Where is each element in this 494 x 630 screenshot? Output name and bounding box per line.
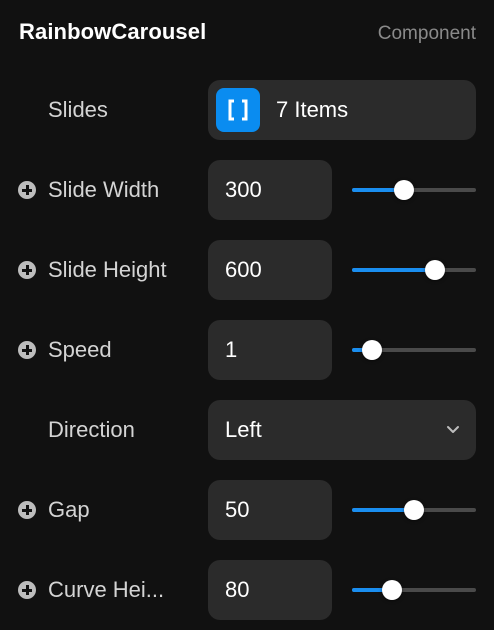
component-title: RainbowCarousel [19, 19, 207, 44]
slider-thumb[interactable] [425, 260, 445, 280]
slides-items-button[interactable]: 7 Items [208, 80, 476, 140]
property-label: Speed [48, 337, 112, 362]
direction-value: Left [225, 417, 262, 442]
property-row-speed: Speed 1 [0, 320, 494, 380]
slide-width-input[interactable]: 300 [208, 160, 332, 220]
property-label: Direction [48, 417, 135, 442]
slider-thumb[interactable] [382, 580, 402, 600]
add-control-icon[interactable] [18, 581, 36, 599]
property-row-curve-height: Curve Hei... 80 [0, 560, 494, 620]
gap-input[interactable]: 50 [208, 480, 332, 540]
property-row-slides: Slides 7 Items [0, 80, 494, 140]
add-control-icon[interactable] [18, 181, 36, 199]
chevron-down-icon [447, 426, 459, 433]
property-label: Gap [48, 497, 90, 522]
property-label: Slide Width [48, 177, 160, 202]
gap-slider[interactable] [352, 500, 476, 520]
slides-count: 7 Items [276, 97, 349, 122]
slider-thumb[interactable] [404, 500, 424, 520]
property-row-gap: Gap 50 [0, 480, 494, 540]
add-control-icon[interactable] [18, 261, 36, 279]
property-row-slide-height: Slide Height 600 [0, 240, 494, 300]
add-control-icon[interactable] [18, 341, 36, 359]
add-control-icon[interactable] [18, 501, 36, 519]
slide-width-slider[interactable] [352, 180, 476, 200]
slider-thumb[interactable] [362, 340, 382, 360]
speed-slider[interactable] [352, 340, 476, 360]
slide-height-input[interactable]: 600 [208, 240, 332, 300]
array-brackets-icon [216, 88, 260, 132]
curve-height-slider[interactable] [352, 580, 476, 600]
slider-fill [352, 268, 435, 272]
curve-height-input[interactable]: 80 [208, 560, 332, 620]
slider-thumb[interactable] [394, 180, 414, 200]
property-row-slide-width: Slide Width 300 [0, 160, 494, 220]
property-label: Curve Hei... [48, 577, 165, 602]
property-label: Slides [48, 97, 108, 122]
component-type-label: Component [377, 23, 476, 44]
speed-input[interactable]: 1 [208, 320, 332, 380]
property-panel-header: RainbowCarousel Component [0, 0, 494, 70]
property-row-direction: Direction Left [0, 400, 494, 460]
slide-height-slider[interactable] [352, 260, 476, 280]
direction-select[interactable]: Left [208, 400, 476, 460]
property-label: Slide Height [48, 257, 167, 282]
